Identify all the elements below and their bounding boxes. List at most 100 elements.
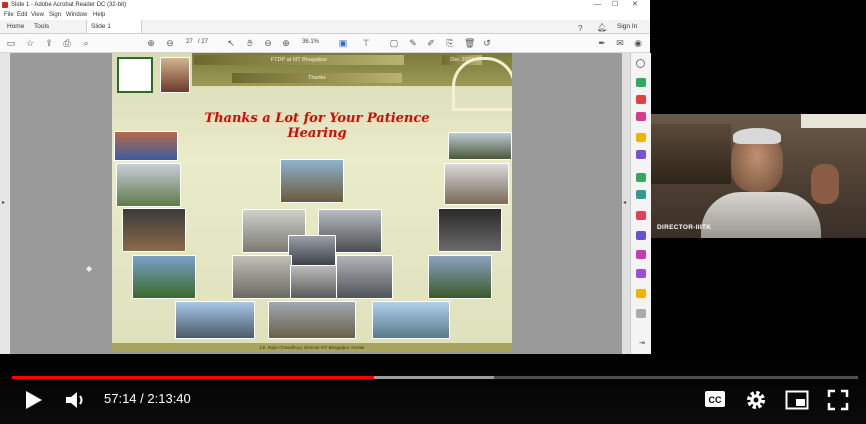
acrobat-logo-icon [2, 2, 8, 8]
volume-button[interactable] [64, 389, 88, 411]
menu-file[interactable]: File [4, 10, 14, 20]
tools-pane: ⇥ [630, 53, 651, 354]
ceiling-light [801, 114, 866, 128]
scroll-mode-icon[interactable]: ⊤ [361, 38, 371, 48]
buffered-bar [374, 376, 494, 379]
tab-home[interactable]: Home [3, 20, 28, 33]
prev-page-icon[interactable]: ⊕ [146, 38, 156, 48]
fullscreen-button[interactable] [827, 389, 849, 411]
more-tools-icon[interactable] [636, 309, 646, 318]
page-number-input[interactable]: 27 [186, 39, 193, 45]
zoom-in-icon[interactable]: ⊕ [281, 38, 291, 48]
redact-icon[interactable] [636, 211, 646, 220]
campus-photo [280, 159, 344, 203]
stamp-tool-icon[interactable] [636, 289, 646, 298]
zoom-tool-icon[interactable] [636, 59, 645, 68]
tab-document[interactable]: Slide 1 [86, 20, 142, 33]
miniplayer-icon [785, 390, 809, 410]
create-pdf-icon[interactable]: ▭ [6, 38, 16, 48]
menu-view[interactable]: View [31, 10, 44, 20]
zoom-level[interactable]: 36.1% [302, 39, 319, 45]
export-pdf-icon[interactable] [636, 78, 646, 87]
webcam-feed: DIRECTOR-IIITK [651, 114, 866, 238]
menu-edit[interactable]: Edit [17, 10, 27, 20]
bookmark-star-icon[interactable]: ☆ [25, 38, 35, 48]
miniplayer-button[interactable] [785, 390, 809, 410]
zoom-out-icon[interactable]: ⊖ [263, 38, 273, 48]
campus-photo [232, 255, 292, 299]
page-total: / 27 [198, 39, 209, 45]
sign-pen-icon[interactable]: ✒ [597, 38, 607, 48]
campus-photo [175, 301, 255, 339]
undo-icon[interactable]: ↺ [482, 38, 492, 48]
mouse-cursor-icon: ◆ [86, 264, 93, 273]
svg-text:CC: CC [709, 395, 722, 405]
slide-title: Thanks a Lot for Your Patience Hearing [204, 111, 430, 141]
compress-pdf-icon[interactable] [636, 190, 646, 199]
draw-icon[interactable]: ✐ [426, 38, 436, 48]
combine-files-icon[interactable] [636, 150, 646, 159]
gear-icon [747, 391, 765, 409]
campus-photo [114, 131, 178, 161]
speaker-body [701, 192, 821, 238]
minimize-button[interactable]: — [594, 0, 601, 10]
search-icon[interactable]: ⌕ [81, 38, 91, 48]
time-display: 57:14 / 2:13:40 [104, 391, 191, 406]
toolbar: ▭ ☆ ⇪ ⎙ ⌕ ⊕ ⊖ 27 / 27 ↖ ✋︎ ⊖ ⊕ 36.1% ▣ ⊤… [0, 34, 650, 53]
header-line1: FTDP at IIIT Bhagalpur [194, 55, 404, 65]
right-panel-toggle[interactable]: ◂ [622, 53, 630, 354]
captions-icon: CC [705, 391, 725, 407]
upload-icon[interactable]: ⇪ [44, 38, 54, 48]
campus-photo [438, 208, 502, 252]
collapse-tools-icon[interactable]: ⇥ [639, 339, 645, 347]
edit-pdf-icon[interactable] [636, 112, 646, 121]
campus-photo [288, 235, 336, 267]
tab-tools[interactable]: Tools [30, 20, 53, 33]
current-time: 57:14 [104, 391, 137, 406]
menu-help[interactable]: Help [93, 10, 105, 20]
campus-photo [336, 255, 393, 299]
title-bar: Slide 1 - Adobe Acrobat Reader DC (32-bi… [0, 0, 650, 10]
send-for-signature-icon[interactable] [636, 269, 646, 278]
expand-left-icon[interactable]: ▸ [2, 199, 5, 206]
menu-window[interactable]: Window [66, 10, 87, 20]
maximize-button[interactable]: ☐ [612, 0, 618, 10]
settings-button[interactable] [745, 389, 767, 411]
highlight-icon[interactable]: ✎ [408, 38, 418, 48]
create-pdf-tool-icon[interactable] [636, 95, 646, 104]
fill-sign-icon[interactable] [636, 250, 646, 259]
email-icon[interactable]: ✉ [615, 38, 625, 48]
next-page-icon[interactable]: ⊖ [165, 38, 175, 48]
select-cursor-icon[interactable]: ↖ [226, 38, 236, 48]
campus-photo [448, 132, 512, 160]
play-button[interactable] [24, 389, 44, 411]
sign-in-button[interactable]: Sign In [617, 20, 637, 33]
campus-photo [132, 255, 196, 299]
collapse-right-icon[interactable]: ◂ [623, 199, 626, 206]
menu-bar: File Edit View Sign Window Help [0, 10, 650, 20]
close-button[interactable]: ✕ [632, 0, 638, 10]
menu-sign[interactable]: Sign [49, 10, 61, 20]
left-panel-toggle[interactable]: ▸ [0, 53, 10, 354]
acrobat-window: Slide 1 - Adobe Acrobat Reader DC (32-bi… [0, 0, 651, 354]
decorative-arch [452, 57, 512, 111]
account-icon[interactable]: ◉ [633, 38, 643, 48]
comment-icon[interactable]: ▢ [389, 38, 399, 48]
delete-icon[interactable]: 🗑︎ [464, 38, 475, 48]
stamp-icon[interactable]: ⎘ [445, 38, 455, 48]
speaker-hair [733, 128, 781, 144]
campus-photo [372, 301, 450, 339]
protect-icon[interactable] [636, 231, 646, 240]
time-separator: / [136, 391, 148, 406]
hand-tool-icon[interactable]: ✋︎ [245, 38, 255, 48]
print-icon[interactable]: ⎙ [62, 38, 72, 48]
campus-photo [116, 163, 181, 207]
fullscreen-icon [827, 389, 849, 411]
progress-played [12, 376, 374, 379]
notifications-icon[interactable]: 🔔︎ [597, 21, 607, 34]
organize-pages-icon[interactable] [636, 173, 646, 182]
captions-button[interactable]: CC [704, 390, 726, 408]
window-title: Slide 1 - Adobe Acrobat Reader DC (32-bi… [11, 2, 127, 8]
comment-tool-icon[interactable] [636, 133, 646, 142]
fit-page-icon[interactable]: ▣ [338, 38, 348, 48]
